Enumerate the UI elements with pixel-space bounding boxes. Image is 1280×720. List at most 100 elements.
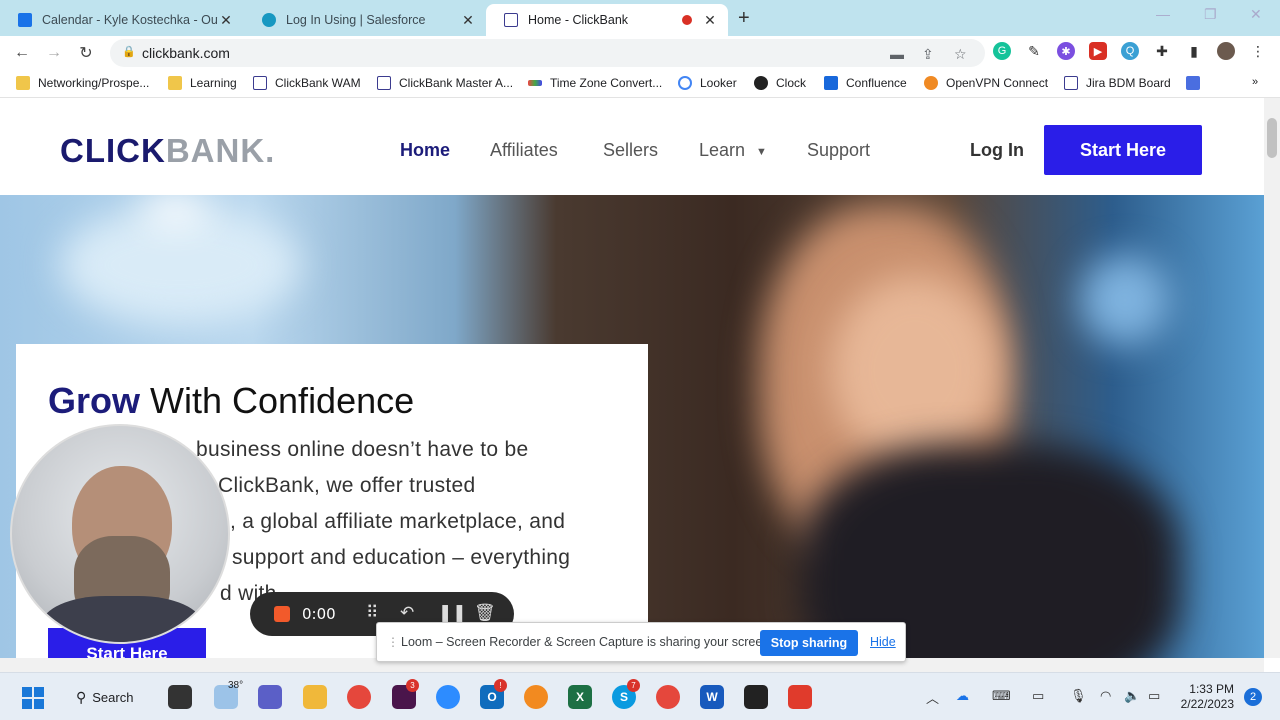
task-view-icon[interactable] — [168, 685, 192, 709]
start-here-button[interactable]: Start Here — [1044, 125, 1202, 175]
nav-support[interactable]: Support — [807, 140, 870, 161]
folder-icon — [168, 76, 182, 90]
wifi-icon[interactable]: ◠ — [1100, 688, 1111, 704]
undo-icon[interactable]: ↶ — [400, 603, 414, 623]
word-icon[interactable]: W — [700, 685, 724, 709]
clock-time: 1:33 PM — [1189, 682, 1234, 696]
back-icon[interactable]: ← — [9, 40, 35, 66]
bookmark-confluence[interactable]: Confluence — [824, 76, 907, 90]
stop-sharing-button[interactable]: Stop sharing — [760, 630, 858, 656]
bookmarks-overflow-icon[interactable]: » — [1252, 76, 1258, 88]
close-icon[interactable]: ✕ — [460, 12, 476, 29]
tab-calendar[interactable]: Calendar - Kyle Kostechka - Out ✕ — [0, 4, 244, 36]
nav-affiliates[interactable]: Affiliates — [490, 140, 558, 161]
bookmark-label: ClickBank WAM — [275, 76, 361, 90]
close-icon[interactable]: ✕ — [218, 12, 234, 29]
lock-icon: 🔒 — [122, 46, 136, 58]
chrome-profile-icon[interactable] — [656, 685, 680, 709]
maximize-icon[interactable]: ❐ — [1204, 6, 1217, 23]
clickbank-icon — [1064, 76, 1078, 90]
microphone-icon[interactable]: 🎙 — [1070, 688, 1087, 704]
tab-clickbank[interactable]: Home - ClickBank ✕ — [486, 4, 728, 36]
menu-icon[interactable]: ⋮ — [1249, 42, 1267, 60]
tab-strip: Calendar - Kyle Kostechka - Out ✕ Log In… — [0, 0, 1280, 36]
record-stop-icon[interactable] — [274, 606, 290, 622]
nav-home[interactable]: Home — [400, 140, 450, 161]
excel-icon[interactable]: X — [568, 685, 592, 709]
onedrive-icon[interactable]: ☁ — [956, 688, 969, 704]
login-link[interactable]: Log In — [970, 140, 1024, 161]
keyboard-icon[interactable]: ⌨ — [992, 688, 1011, 704]
share-icon[interactable]: ⇪ — [922, 46, 934, 63]
bookmark-star-icon[interactable]: ☆ — [954, 46, 967, 63]
app-icon[interactable] — [524, 685, 548, 709]
clickbank-logo[interactable]: CLICKBANK. — [60, 132, 275, 170]
bookmark-clickbank-master[interactable]: ClickBank Master A... — [377, 76, 513, 90]
pen-icon[interactable]: ✎ — [1025, 42, 1043, 60]
reading-list-icon[interactable] — [1186, 76, 1208, 90]
battery-icon[interactable]: ▭ — [1148, 688, 1160, 704]
clock-date: 2/22/2023 — [1180, 697, 1234, 711]
chevron-down-icon[interactable]: ▼ — [756, 146, 767, 158]
bookmark-networking[interactable]: Networking/Prospe... — [16, 76, 149, 90]
zoom-icon[interactable] — [436, 685, 460, 709]
grid-icon[interactable]: ⠿ — [366, 603, 378, 623]
chrome-icon[interactable] — [347, 685, 371, 709]
teams-icon[interactable] — [258, 685, 282, 709]
chevron-up-icon[interactable]: ︿ — [926, 688, 939, 707]
nav-sellers[interactable]: Sellers — [603, 140, 658, 161]
bookmark-looker[interactable]: Looker — [678, 76, 737, 90]
extension-icon[interactable]: Q — [1121, 42, 1139, 60]
bookmark-label: OpenVPN Connect — [946, 76, 1049, 90]
address-bar[interactable]: 🔒 clickbank.com ▬ ⇪ ☆ — [110, 39, 985, 67]
close-icon[interactable]: ✕ — [702, 12, 718, 29]
profile-avatar[interactable] — [1217, 42, 1235, 60]
vertical-scrollbar[interactable] — [1264, 98, 1280, 658]
bookmark-learning[interactable]: Learning — [168, 76, 237, 90]
volume-icon[interactable]: 🔈 — [1124, 688, 1140, 704]
bookmark-clickbank-wam[interactable]: ClickBank WAM — [253, 76, 361, 90]
taskbar-clock[interactable]: 1:33 PM 2/22/2023 — [1172, 682, 1234, 712]
pause-icon[interactable]: ❚❚ — [438, 603, 467, 623]
grammarly-icon[interactable]: G — [993, 42, 1011, 60]
bookmark-label: ClickBank Master A... — [399, 76, 514, 90]
sidepanel-icon[interactable]: ▮ — [1185, 42, 1203, 60]
trash-icon[interactable]: 🗑 — [474, 603, 496, 623]
clickbank-icon — [504, 13, 518, 27]
camera-icon[interactable]: ▬ — [890, 46, 904, 62]
loom-extension-icon[interactable]: ✱ — [1057, 42, 1075, 60]
tab-salesforce[interactable]: Log In Using | Salesforce ✕ — [244, 4, 486, 36]
windows-start-icon[interactable] — [22, 687, 44, 709]
bookmark-openvpn[interactable]: OpenVPN Connect — [924, 76, 1048, 90]
scroll-thumb[interactable] — [1267, 118, 1277, 158]
forward-icon[interactable]: → — [41, 40, 67, 66]
loom-webcam-bubble[interactable] — [10, 424, 230, 644]
hide-link[interactable]: Hide — [870, 635, 896, 649]
hero-bokeh — [140, 195, 210, 225]
bookmark-timezone[interactable]: Time Zone Convert... — [528, 76, 662, 90]
minimize-icon[interactable]: — — [1156, 6, 1170, 22]
hero-body-line: support and education – everything — [232, 546, 571, 569]
notification-badge[interactable]: 2 — [1244, 688, 1262, 706]
drag-handle-icon[interactable]: ⋮ — [387, 635, 399, 649]
bookmark-clock[interactable]: Clock — [754, 76, 806, 90]
display-icon[interactable]: ▭ — [1032, 688, 1044, 704]
bookmark-label: Learning — [190, 76, 237, 90]
puzzle-icon[interactable]: ✚ — [1153, 42, 1171, 60]
sticky-notes-icon[interactable] — [744, 685, 768, 709]
office-icon[interactable] — [788, 685, 812, 709]
nav-learn[interactable]: Learn — [699, 140, 745, 161]
taskbar-search[interactable]: ⚲ Search — [76, 685, 133, 709]
new-tab-button[interactable]: + — [738, 7, 750, 30]
clickbank-icon — [377, 76, 391, 90]
logo-text: CLICK — [60, 132, 166, 169]
confluence-icon — [824, 76, 838, 90]
reload-icon[interactable]: ↻ — [73, 40, 99, 66]
bookmark-jira[interactable]: Jira BDM Board — [1064, 76, 1171, 90]
file-explorer-icon[interactable] — [303, 685, 327, 709]
video-extension-icon[interactable]: ▶ — [1089, 42, 1107, 60]
tab-title: Home - ClickBank — [528, 13, 629, 27]
bookmark-label: Time Zone Convert... — [550, 76, 663, 90]
logo-accent-text: BANK. — [165, 132, 276, 169]
close-window-icon[interactable]: ✕ — [1250, 6, 1262, 23]
